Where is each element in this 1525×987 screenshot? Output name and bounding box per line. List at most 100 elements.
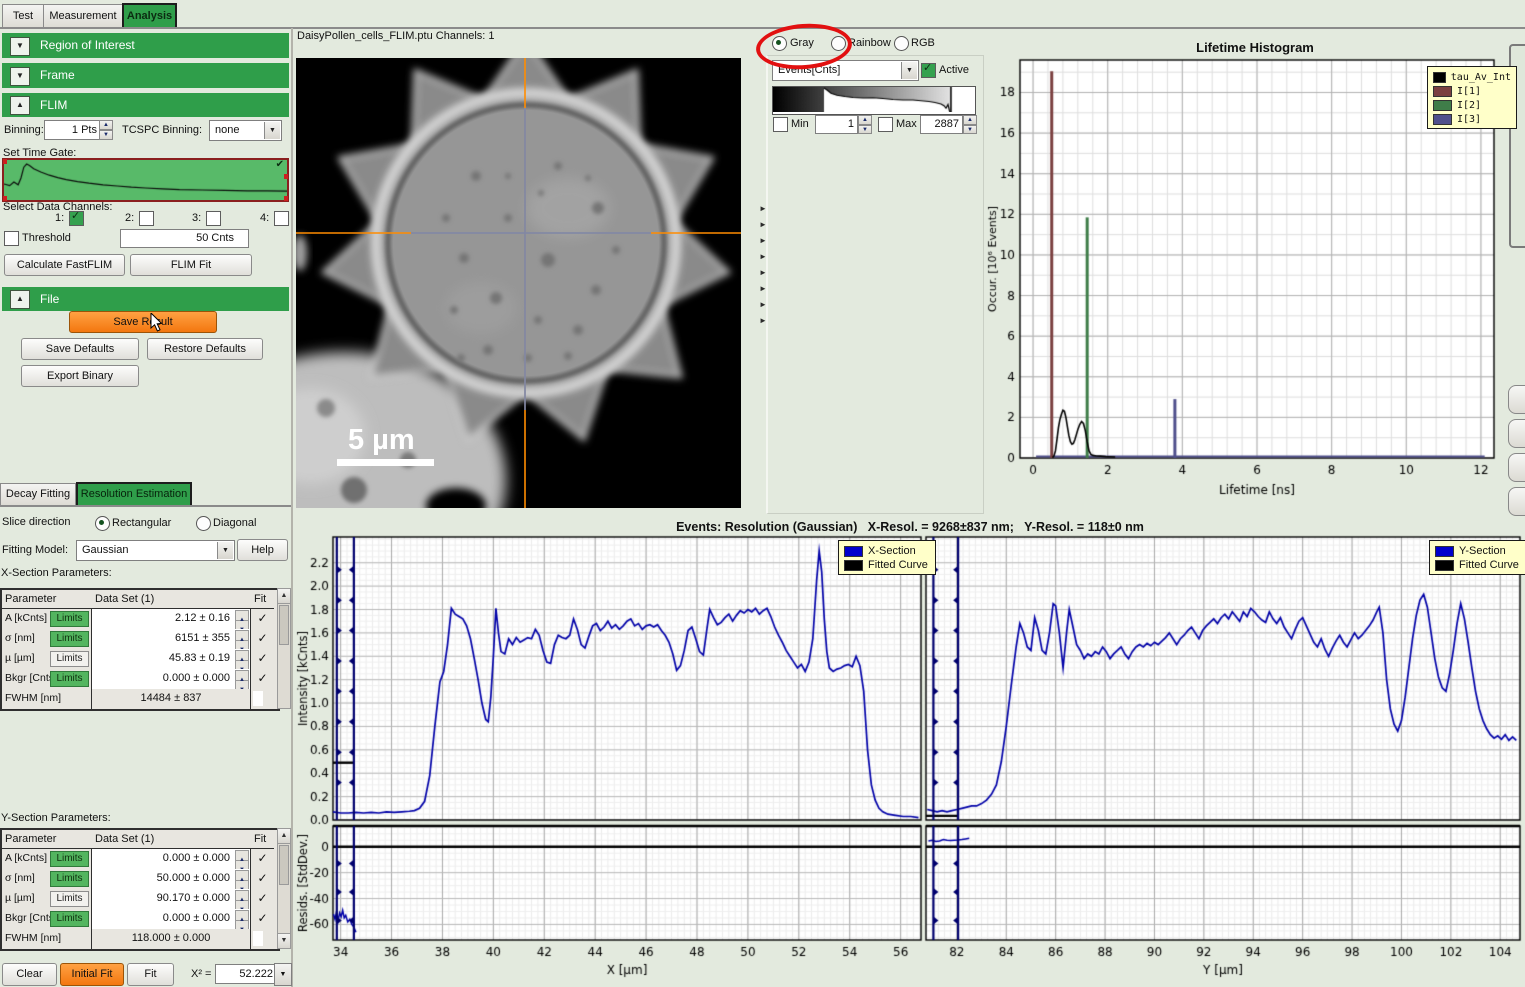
binning-input[interactable]: 1 Pts bbox=[44, 120, 101, 140]
limits-button[interactable]: Limits bbox=[50, 611, 89, 627]
fit-checkbox[interactable]: ✓ bbox=[251, 869, 274, 889]
slice-rectangular-radio[interactable] bbox=[95, 516, 110, 531]
chart-tool-button[interactable] bbox=[1508, 487, 1525, 516]
table-header: Parameter Data Set (1) Fit bbox=[2, 830, 274, 849]
value-cell[interactable]: 50.000 ± 0.000 ▲▼ bbox=[92, 869, 251, 889]
scroll-down-icon[interactable]: ▼ bbox=[274, 963, 292, 986]
empty-box bbox=[253, 931, 263, 946]
channel-2-label: 2: bbox=[125, 212, 134, 224]
channel-4-checkbox[interactable]: ✓ bbox=[274, 211, 289, 226]
value-cell: 14484 ± 837 bbox=[92, 689, 251, 709]
spinner-up-icon: ▲ bbox=[235, 850, 249, 861]
fit-checkbox[interactable]: ✓ bbox=[251, 629, 274, 649]
tcspc-binning-select[interactable]: none ▼ bbox=[209, 120, 282, 141]
value-cell[interactable]: 0.000 ± 0.000 ▲▼ bbox=[92, 849, 251, 869]
tab-decay-fitting[interactable]: Decay Fitting bbox=[0, 483, 76, 505]
spinner-up-icon: ▲ bbox=[235, 870, 249, 881]
y-table-scrollbar[interactable]: ▲ ▼ bbox=[277, 828, 291, 949]
threshold-input[interactable]: 50 Cnts bbox=[120, 229, 249, 248]
fit-checkbox[interactable]: ✓ bbox=[251, 669, 274, 689]
divider bbox=[0, 505, 292, 507]
gate-handle[interactable] bbox=[284, 196, 288, 201]
flim-fit-button[interactable]: FLIM Fit bbox=[130, 254, 252, 276]
time-gate-widget[interactable]: ✔ bbox=[2, 158, 289, 202]
value-cell[interactable]: 45.83 ± 0.19 ▲▼ bbox=[92, 649, 251, 669]
fit-checkbox[interactable]: ✓ bbox=[251, 909, 274, 929]
section-region-of-interest[interactable]: ▼ Region of Interest bbox=[2, 33, 289, 58]
save-result-button[interactable]: Save Result bbox=[69, 311, 217, 333]
channel-1-checkbox[interactable]: ✓ bbox=[69, 211, 84, 226]
table-row: Bkgr [Cnts]Limits 0.000 ± 0.000 ▲▼ ✓ bbox=[2, 909, 274, 930]
scroll-up-icon: ▲ bbox=[278, 829, 290, 844]
table-row: FWHM [nm] 14484 ± 837 bbox=[2, 689, 274, 709]
tab-analysis[interactable]: Analysis bbox=[122, 3, 177, 28]
chart-tool-button[interactable] bbox=[1508, 419, 1525, 448]
value-cell[interactable]: 0.000 ± 0.000 ▲▼ bbox=[92, 669, 251, 689]
table-row: A [kCnts]Limits 0.000 ± 0.000 ▲▼ ✓ bbox=[2, 849, 274, 870]
legend-swatch bbox=[1435, 560, 1454, 571]
slice-diagonal-radio[interactable] bbox=[196, 516, 211, 531]
value-cell[interactable]: 0.000 ± 0.000 ▲▼ bbox=[92, 909, 251, 929]
slice-rectangular-label: Rectangular bbox=[112, 517, 171, 529]
chevron-up-icon[interactable]: ▲ bbox=[10, 96, 30, 115]
section-frame[interactable]: ▼ Frame bbox=[2, 63, 289, 88]
fit-checkbox[interactable]: ✓ bbox=[251, 889, 274, 909]
spinner-up-icon: ▲ bbox=[235, 910, 249, 921]
rgb-radio[interactable] bbox=[894, 36, 909, 51]
slice-direction-label: Slice direction bbox=[2, 516, 70, 528]
clear-button[interactable]: Clear bbox=[2, 963, 57, 986]
chevron-down-icon[interactable]: ▼ bbox=[10, 67, 30, 86]
tab-measurement[interactable]: Measurement bbox=[43, 4, 123, 28]
limits-button[interactable]: Limits bbox=[50, 651, 89, 667]
restore-defaults-button[interactable]: Restore Defaults bbox=[147, 338, 263, 360]
x-table-scrollbar[interactable]: ▲ bbox=[277, 588, 291, 709]
limits-button[interactable]: Limits bbox=[50, 871, 89, 887]
fitting-model-select[interactable]: Gaussian ▼ bbox=[76, 540, 235, 561]
value-cell[interactable]: 90.170 ± 0.000 ▲▼ bbox=[92, 889, 251, 909]
binning-stepper[interactable]: ▲▼ bbox=[99, 120, 113, 140]
channel-3-checkbox[interactable]: ✓ bbox=[206, 211, 221, 226]
gate-handle[interactable] bbox=[3, 159, 7, 164]
initial-fit-button[interactable]: Initial Fit bbox=[60, 963, 124, 986]
chart-tool-button[interactable] bbox=[1508, 385, 1525, 414]
fit-checkbox[interactable]: ✓ bbox=[251, 609, 274, 629]
channel-2-checkbox[interactable]: ✓ bbox=[139, 211, 154, 226]
resolution-charts[interactable] bbox=[295, 515, 1525, 987]
histogram-legend: tau_Av_Int I[1] I[2] I[3] bbox=[1427, 66, 1517, 129]
chevron-down-icon[interactable]: ▼ bbox=[264, 122, 280, 139]
binning-label: Binning: bbox=[4, 124, 44, 136]
gate-handle[interactable] bbox=[284, 174, 288, 179]
spinner-up-icon: ▲ bbox=[235, 670, 249, 681]
calculate-fastflim-button[interactable]: Calculate FastFLIM bbox=[4, 254, 125, 276]
section-file[interactable]: ▲ File bbox=[2, 287, 289, 311]
chart-tool-button[interactable] bbox=[1508, 453, 1525, 482]
limits-button[interactable]: Limits bbox=[50, 911, 89, 927]
section-flim[interactable]: ▲ FLIM bbox=[2, 93, 289, 117]
table-row: A [kCnts]Limits 2.12 ± 0.16 ▲▼ ✓ bbox=[2, 609, 274, 630]
fit-checkbox[interactable]: ✓ bbox=[251, 849, 274, 869]
tab-resolution-estimation[interactable]: Resolution Estimation bbox=[76, 482, 192, 505]
limits-button[interactable]: Limits bbox=[50, 851, 89, 867]
help-button[interactable]: Help bbox=[237, 539, 288, 561]
value-cell[interactable]: 6151 ± 355 ▲▼ bbox=[92, 629, 251, 649]
chevron-up-icon[interactable]: ▲ bbox=[10, 290, 30, 309]
legend-swatch bbox=[1433, 72, 1446, 83]
value-cell[interactable]: 2.12 ± 0.16 ▲▼ bbox=[92, 609, 251, 629]
tab-test[interactable]: Test bbox=[2, 4, 44, 28]
legend-swatch bbox=[1435, 546, 1454, 557]
chevron-down-icon[interactable]: ▼ bbox=[10, 37, 30, 56]
fit-checkbox[interactable]: ✓ bbox=[251, 649, 274, 669]
limits-button[interactable]: Limits bbox=[50, 671, 89, 687]
chevron-down-icon[interactable]: ▼ bbox=[217, 542, 233, 559]
threshold-checkbox[interactable]: ✓ bbox=[4, 231, 19, 246]
limits-button[interactable]: Limits bbox=[50, 891, 89, 907]
value-stepper[interactable]: ▲▼ bbox=[235, 610, 249, 628]
save-defaults-button[interactable]: Save Defaults bbox=[21, 338, 139, 360]
limits-button[interactable]: Limits bbox=[50, 631, 89, 647]
spinner-up-icon: ▲ bbox=[235, 890, 249, 901]
legend-swatch bbox=[1433, 100, 1452, 111]
export-binary-button[interactable]: Export Binary bbox=[21, 365, 139, 387]
chi2-label: X² = bbox=[191, 968, 211, 980]
fit-button[interactable]: Fit bbox=[127, 963, 174, 986]
y-section-parameters-label: Y-Section Parameters: bbox=[1, 812, 111, 824]
